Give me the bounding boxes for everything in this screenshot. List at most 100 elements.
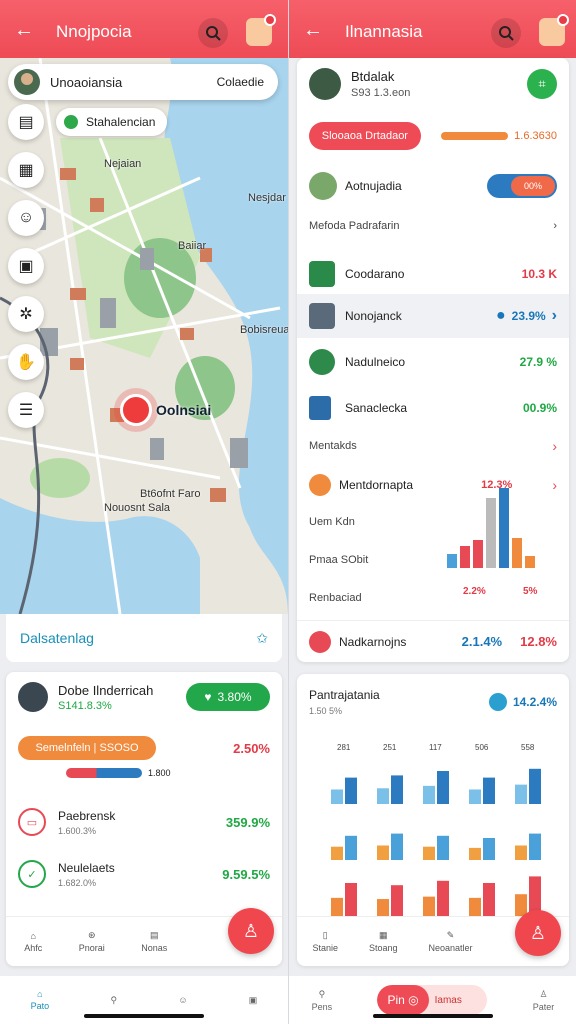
profile-icon: ♙ xyxy=(539,988,548,999)
search-icon xyxy=(206,26,221,41)
leaf-icon: ✓ xyxy=(18,860,46,888)
nav-item-search[interactable]: ⚲ xyxy=(110,995,117,1006)
chart-bar xyxy=(469,847,481,860)
app-bar: ← Ilnannasia xyxy=(289,0,576,58)
search-icon: ⚲ xyxy=(318,988,326,999)
location-icon: ⊛ xyxy=(87,930,96,940)
status-badge[interactable]: ♥ 3.80% xyxy=(186,683,270,711)
map-search-bar[interactable]: Unoaoiansia Colaedie xyxy=(8,64,278,100)
nav-item-c[interactable]: ✎ Neoanatler xyxy=(428,930,472,953)
document-icon[interactable]: ☰ xyxy=(8,392,44,428)
page-title: Ilnannasia xyxy=(345,22,423,41)
card-badge: 14.2.4% xyxy=(512,695,557,709)
image-icon[interactable]: ▣ xyxy=(8,248,44,284)
list-item[interactable]: Coodarano 10.3 K xyxy=(297,254,569,294)
item-thumb xyxy=(309,396,331,420)
list-item[interactable]: Nadkarnojns 2.1.4% 12.8% xyxy=(297,620,569,662)
nav-item-locate[interactable]: ⊛ Pnorai xyxy=(79,930,105,953)
pill-toggle[interactable]: Pin ◎ Iamas xyxy=(377,985,488,1015)
toggle-switch[interactable]: 00% xyxy=(487,174,557,198)
page-title: Nnojpocia xyxy=(56,22,132,41)
notification-button[interactable] xyxy=(246,14,276,46)
book-icon[interactable]: ▦ xyxy=(8,152,44,188)
nav-item-b[interactable]: ▦ Stoang xyxy=(369,930,398,953)
section-label: Mentakds xyxy=(309,440,357,452)
notification-button[interactable] xyxy=(539,14,569,46)
chart-bar xyxy=(391,833,403,860)
back-arrow-icon[interactable]: ← xyxy=(14,20,34,40)
bar-value: 1.800 xyxy=(148,768,171,778)
grid-icon[interactable]: ⌗ xyxy=(527,69,557,99)
search-icon xyxy=(499,26,514,41)
nav-item-home[interactable]: ⌂ Pato xyxy=(31,989,50,1011)
nav-label: Nonas xyxy=(141,943,168,953)
item-pct: 27.9 % xyxy=(519,355,557,369)
orange-pill[interactable]: Semelnfeln | SSOSO xyxy=(18,736,156,760)
map-tag[interactable]: Stahalencian xyxy=(56,108,168,136)
map-footer[interactable]: Dalsatenlag ✩ xyxy=(6,614,282,662)
gear-icon[interactable]: ✲ xyxy=(8,296,44,332)
add-user-button[interactable]: ♙ xyxy=(515,910,561,956)
card-sub: 1.50 5% xyxy=(309,706,343,716)
avatar xyxy=(14,69,40,95)
location-pin[interactable] xyxy=(120,394,152,426)
section-label: Mefoda Padrafarin xyxy=(309,220,400,232)
chevron-right-icon: › xyxy=(552,438,557,454)
calendar-icon: ▦ xyxy=(378,930,388,940)
chart-bar xyxy=(377,788,389,804)
nav-item-wallet[interactable]: ▣ xyxy=(249,995,258,1006)
nav-item-profile[interactable]: ☺ xyxy=(178,995,187,1005)
nav-item-profile[interactable]: ♙ Pater xyxy=(533,989,555,1012)
list-item[interactable]: Sanaclecka 00.9% xyxy=(297,388,569,428)
user-icon[interactable]: ☺ xyxy=(8,200,44,236)
chart-bar xyxy=(483,777,495,804)
list-item[interactable]: ▭ Paebrensk 1.600.3% 359.9% xyxy=(6,808,282,836)
profile-row: Btdalak S93 1.3.eon ⌗ xyxy=(297,68,569,100)
chart-bar xyxy=(499,488,509,568)
search-label: Unoaoiansia xyxy=(50,74,123,90)
chart-bar xyxy=(512,538,522,568)
chart-bar xyxy=(437,771,449,804)
progress-row: Semelnfeln | SSOSO 2.50% xyxy=(6,736,282,760)
card-title: Pantrajatania xyxy=(309,688,380,702)
back-arrow-icon[interactable]: ← xyxy=(303,20,323,40)
search-button[interactable] xyxy=(198,18,228,48)
nav-item-home[interactable]: ⌂ Ahfc xyxy=(24,931,42,953)
map-label: Nouosnt Sala xyxy=(104,502,171,514)
search-button[interactable] xyxy=(491,18,521,48)
info-icon xyxy=(488,693,507,711)
list-item[interactable]: ✓ Neulelaets 1.682.0% 9.59.5% xyxy=(6,860,282,888)
chart-bar xyxy=(437,880,449,916)
chart-bar xyxy=(423,785,435,804)
chart-bar xyxy=(515,784,527,804)
map-toolbar: ▤ ▦ ☺ ▣ ✲ ✋ ☰ xyxy=(8,104,44,440)
star-icon[interactable]: ✩ xyxy=(256,630,268,647)
nav-item-notes[interactable]: ▤ Nonas xyxy=(141,930,167,953)
map-label: Nejaian xyxy=(104,158,142,170)
pill-active[interactable]: Pin ◎ xyxy=(377,985,429,1015)
book-icon: ✎ xyxy=(446,930,455,940)
section-header[interactable]: Mentakds › xyxy=(297,438,569,454)
profile-name: Btdalak xyxy=(351,69,395,84)
list-item-selected[interactable]: Nonojanck ● 23.9% › xyxy=(297,294,569,338)
nav-item-a[interactable]: ▯ Stanie xyxy=(312,930,338,953)
nav-label: Pens xyxy=(311,1001,333,1012)
toggle-row[interactable]: Aotnujadia 00% xyxy=(297,172,569,200)
hand-icon[interactable]: ✋ xyxy=(8,344,44,380)
primary-cta[interactable]: Slooaoa Drtadaor xyxy=(309,122,421,150)
bag-icon[interactable]: ▤ xyxy=(8,104,44,140)
chart-bar xyxy=(331,789,343,804)
search-right-label: Colaedie xyxy=(216,75,264,89)
card-header: Dobe Ilnderricah S141.8.3% ♥ 3.80% xyxy=(6,682,282,712)
chart-tick-label: 117 xyxy=(429,744,442,752)
add-user-button[interactable]: ♙ xyxy=(228,908,274,954)
map-label: Bobisreua xyxy=(240,324,288,336)
chart-bar xyxy=(515,845,527,860)
section-header[interactable]: Mefoda Padrafarin › xyxy=(297,220,569,232)
search-icon: ⚲ xyxy=(110,994,118,1005)
chart-row-label: Uem Kdn xyxy=(309,516,355,528)
nav-item-search[interactable]: ⚲ Pens xyxy=(312,989,333,1012)
toggle-value: 00% xyxy=(511,176,555,196)
chart-bar xyxy=(525,556,535,568)
list-item[interactable]: Nadulneico 27.9 % xyxy=(297,342,569,382)
